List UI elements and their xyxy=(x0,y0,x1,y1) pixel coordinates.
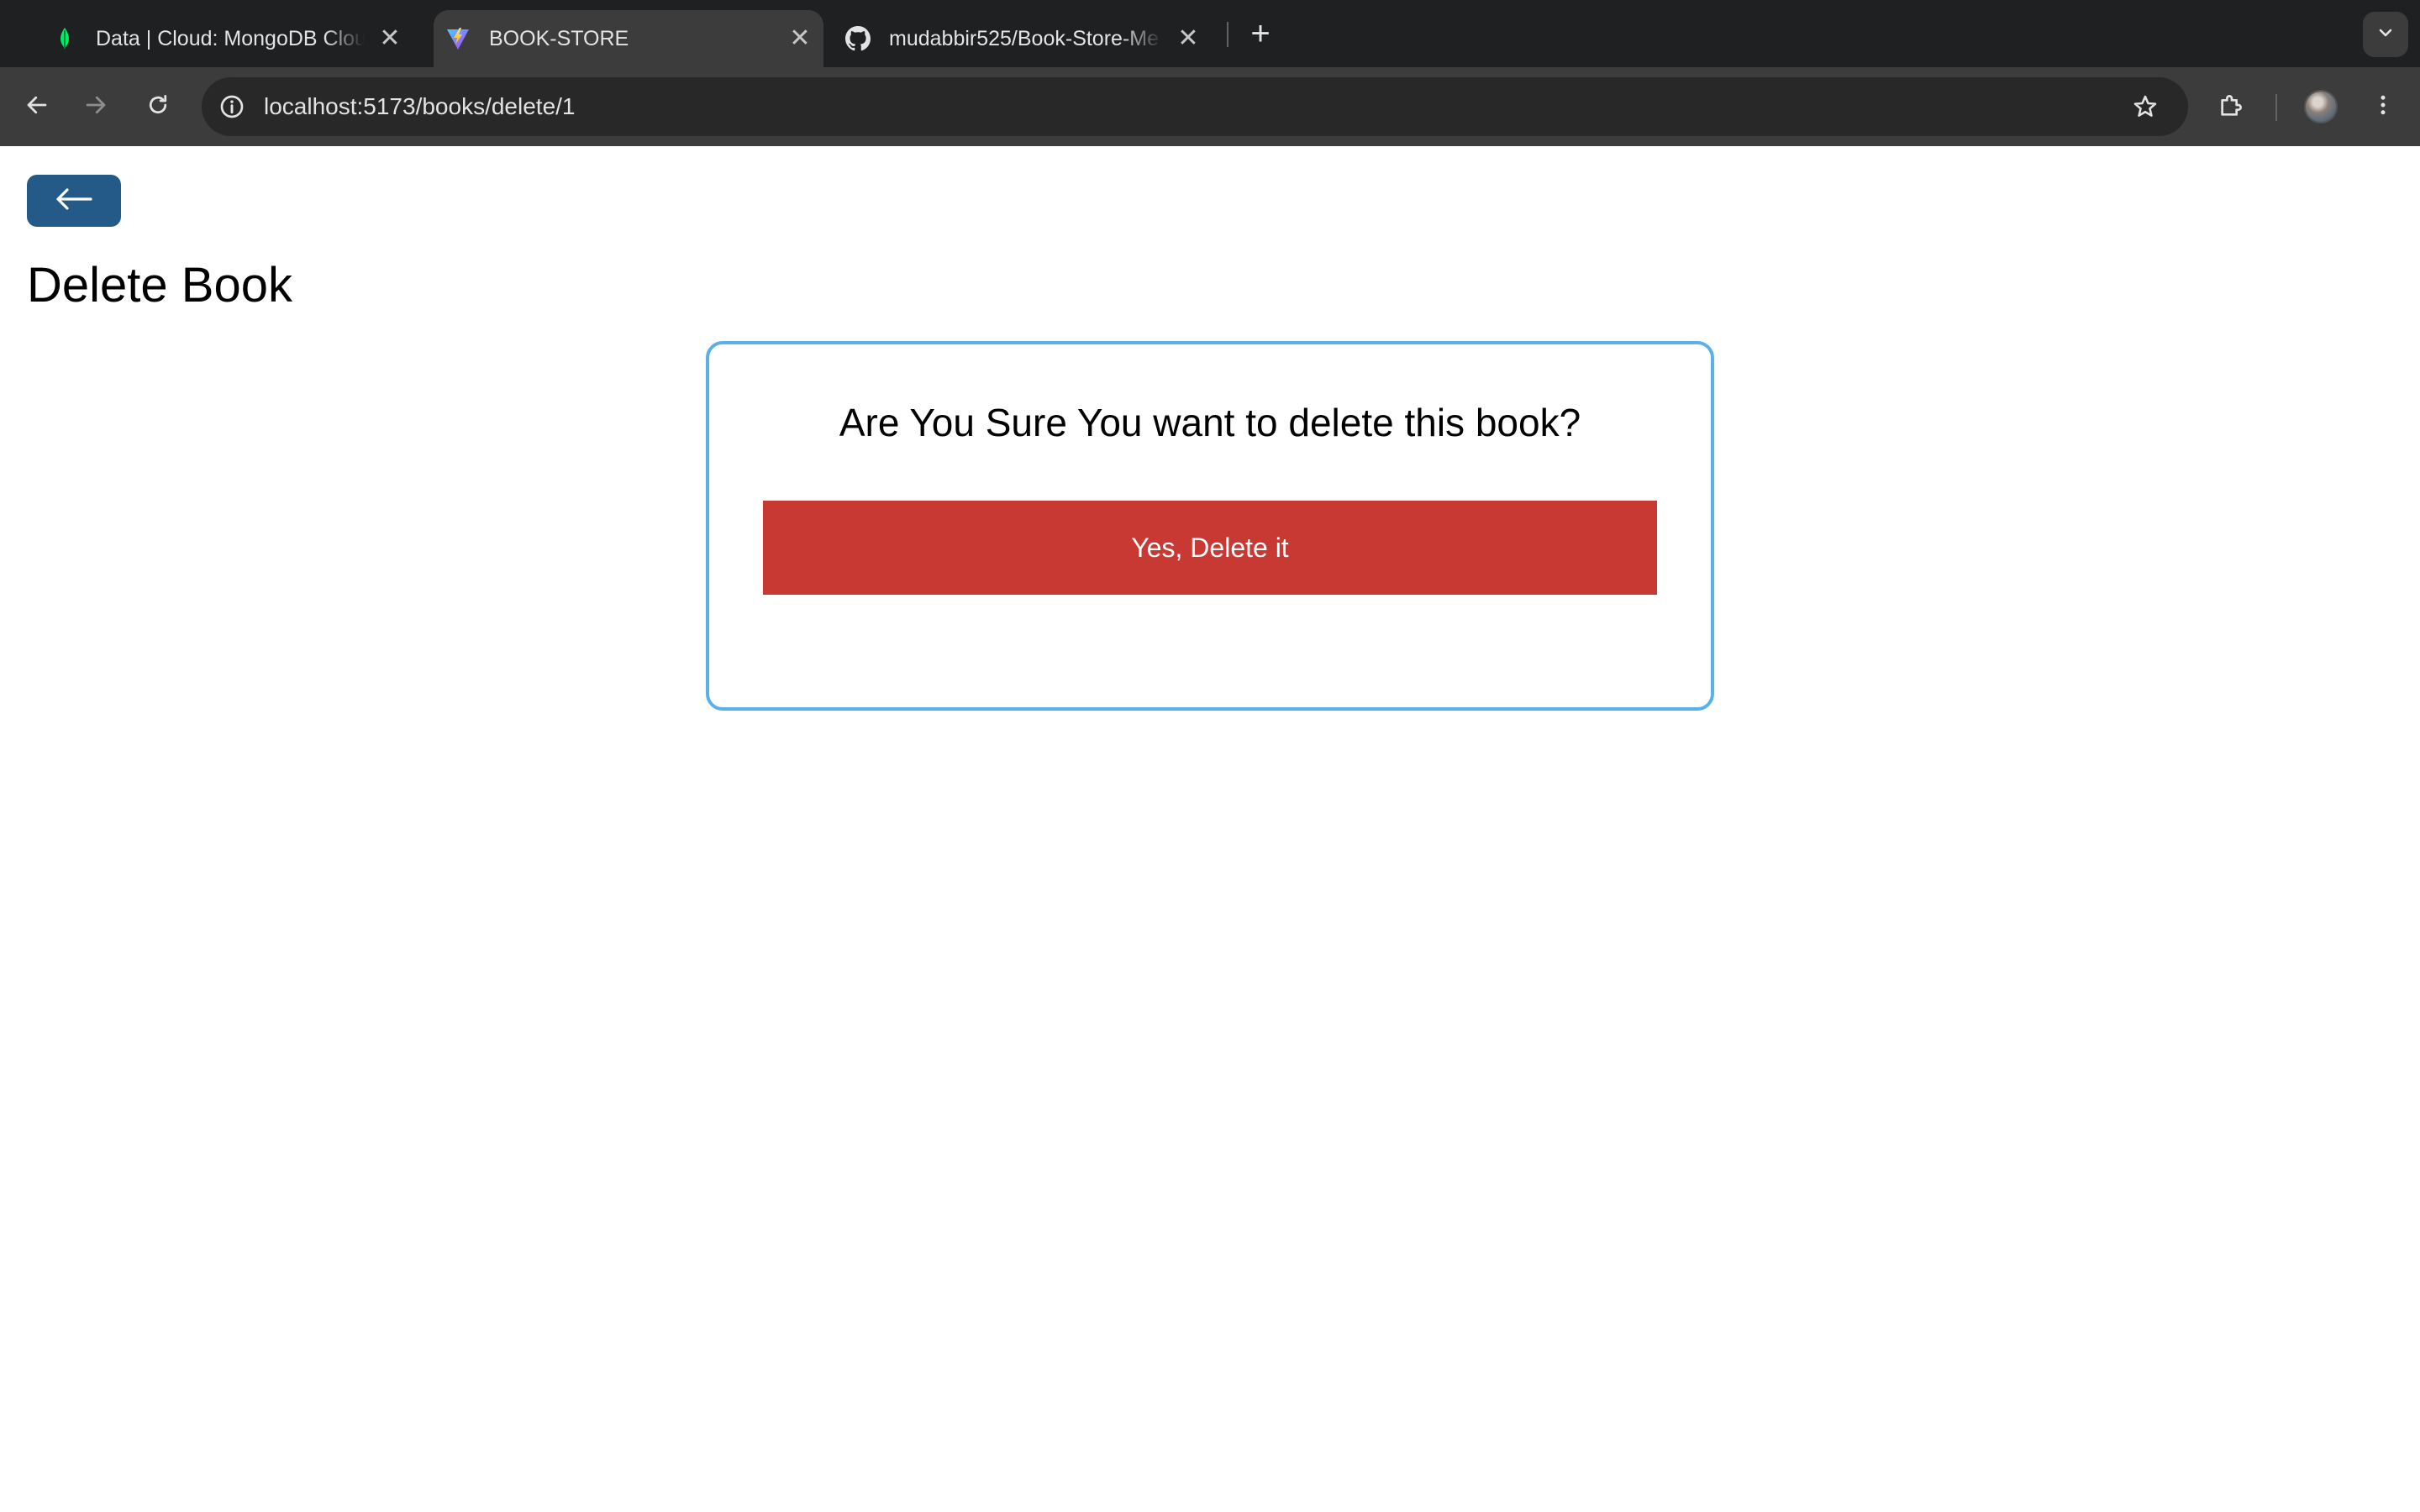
vite-logo-icon xyxy=(445,26,471,51)
toolbar-divider xyxy=(2275,94,2277,121)
bookmark-star-icon[interactable] xyxy=(2128,89,2163,124)
arrow-right-icon xyxy=(83,92,108,122)
browser-toolbar: localhost:5173/books/delete/1 xyxy=(0,67,2420,146)
chevron-down-icon xyxy=(2375,23,2396,47)
arrow-left-icon xyxy=(54,186,94,216)
tab-divider xyxy=(1227,22,1228,47)
tab-title: Data | Cloud: MongoDB Cloud xyxy=(96,26,365,50)
confirm-question: Are You Sure You want to delete this boo… xyxy=(839,401,1581,444)
tab-title: mudabbir525/Book-Store-Me xyxy=(889,26,1159,50)
profile-button[interactable] xyxy=(2299,85,2343,129)
mongodb-leaf-icon xyxy=(52,26,77,51)
tab-title: BOOK-STORE xyxy=(489,26,629,50)
avatar xyxy=(2304,90,2338,123)
kebab-menu-icon xyxy=(2370,92,2396,122)
new-tab-button[interactable]: + xyxy=(1242,15,1279,52)
close-icon[interactable]: ✕ xyxy=(1175,25,1202,52)
back-nav-button[interactable] xyxy=(15,85,59,129)
address-bar[interactable]: localhost:5173/books/delete/1 xyxy=(202,77,2188,136)
back-button[interactable] xyxy=(27,175,121,227)
tab-github-repo[interactable]: mudabbir525/Book-Store-Me ✕ xyxy=(832,10,1212,67)
tab-book-store[interactable]: BOOK-STORE ✕ xyxy=(434,10,823,67)
page-title: Delete Book xyxy=(27,258,292,312)
close-icon[interactable]: ✕ xyxy=(376,25,403,52)
confirm-delete-button[interactable]: Yes, Delete it xyxy=(763,501,1657,595)
site-info-icon[interactable] xyxy=(217,92,247,122)
arrow-left-icon xyxy=(24,92,50,122)
extensions-button[interactable] xyxy=(2210,85,2254,129)
url-text[interactable]: localhost:5173/books/delete/1 xyxy=(264,77,576,136)
tab-mongodb[interactable]: Data | Cloud: MongoDB Cloud ✕ xyxy=(34,10,413,67)
page-content: Delete Book Are You Sure You want to del… xyxy=(0,146,2420,1512)
reload-icon xyxy=(145,92,171,122)
delete-confirm-card: Are You Sure You want to delete this boo… xyxy=(706,341,1714,711)
puzzle-piece-icon xyxy=(2217,91,2246,123)
browser-tabstrip: Data | Cloud: MongoDB Cloud ✕ BOOK-STORE… xyxy=(0,0,2420,67)
tab-search-button[interactable] xyxy=(2363,12,2408,57)
browser-menu-button[interactable] xyxy=(2361,85,2405,129)
close-icon[interactable]: ✕ xyxy=(786,25,813,52)
forward-nav-button[interactable] xyxy=(74,85,118,129)
reload-button[interactable] xyxy=(136,85,180,129)
github-icon xyxy=(845,26,871,51)
